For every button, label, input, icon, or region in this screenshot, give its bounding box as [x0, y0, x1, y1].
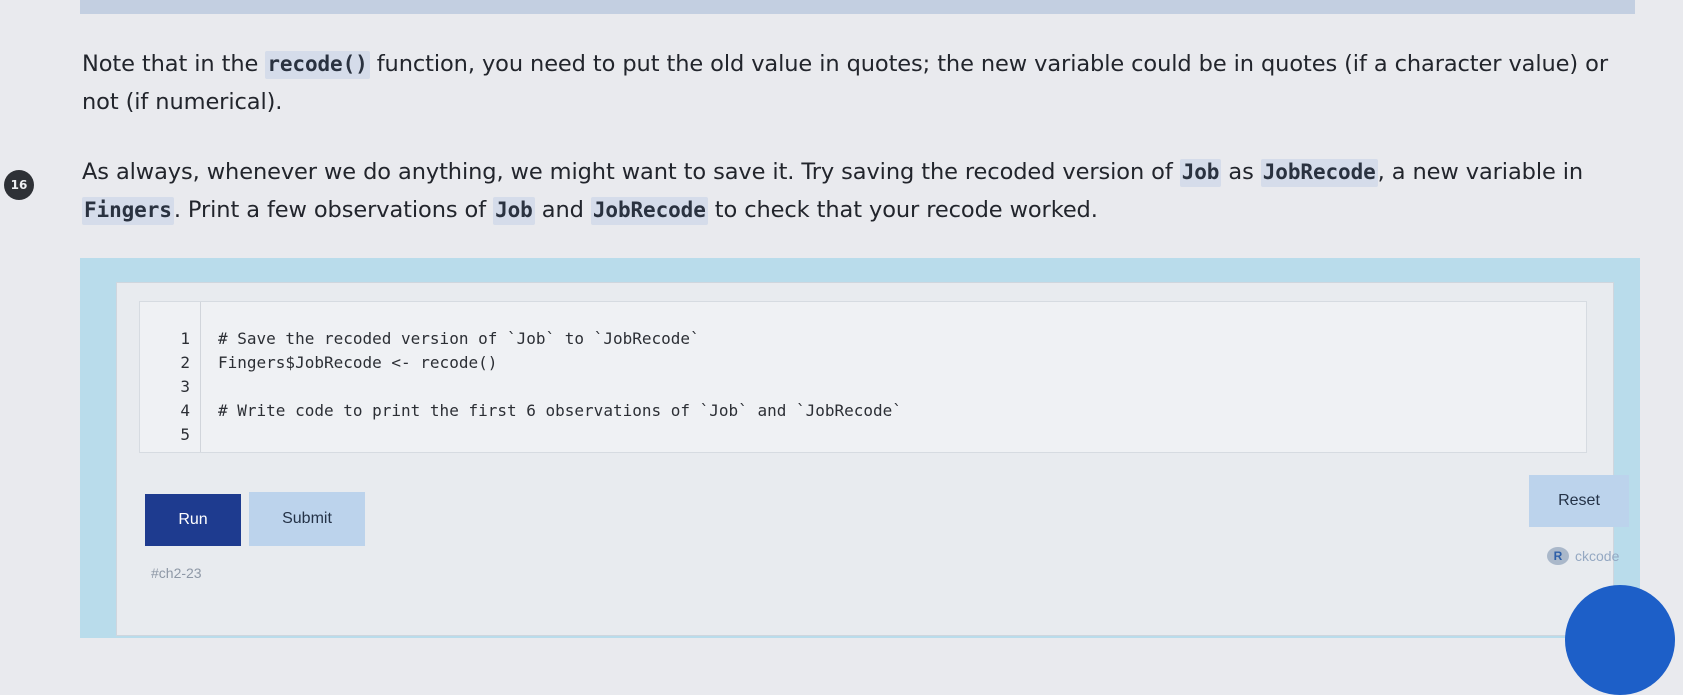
- powered-by-text: ckcode: [1575, 548, 1620, 564]
- code-line[interactable]: # Save the recoded version of `Job` to `…: [218, 326, 700, 352]
- line-number: 2: [180, 353, 190, 372]
- line-number: 4: [180, 401, 190, 420]
- step-number-badge: 16: [4, 170, 34, 200]
- p2-text-3: , a new variable in: [1377, 159, 1584, 185]
- instruction-paragraph-recode: Note that in the recode() function, you …: [82, 45, 1642, 121]
- powered-by[interactable]: R ckcode: [1547, 545, 1619, 567]
- p2-text-6: to check that your recode worked.: [707, 197, 1098, 223]
- exercise-id-label: #ch2-23: [151, 565, 202, 581]
- inline-code-job-2: Job: [493, 197, 535, 225]
- exercise-panel: 1 # Save the recoded version of `Job` to…: [116, 282, 1629, 636]
- p1-text-1: Note that in the: [82, 51, 266, 77]
- p2-text-1: As always, whenever we do anything, we m…: [82, 159, 1180, 185]
- code-line[interactable]: # Write code to print the first 6 observ…: [218, 398, 902, 424]
- instruction-paragraph-save: As always, whenever we do anything, we m…: [82, 153, 1642, 229]
- exercise-container: 1 # Save the recoded version of `Job` to…: [80, 258, 1640, 638]
- p2-text-2: as: [1221, 159, 1261, 185]
- inline-code-recode: recode(): [265, 51, 370, 79]
- top-strip: [80, 0, 1635, 14]
- r-logo-icon: R: [1547, 547, 1569, 565]
- help-bubble[interactable]: [1565, 585, 1675, 695]
- line-number: 5: [180, 425, 190, 444]
- reset-button[interactable]: Reset: [1529, 475, 1629, 527]
- p2-text-4: . Print a few observations of: [173, 197, 494, 223]
- line-number: 3: [180, 377, 190, 396]
- code-editor[interactable]: 1 # Save the recoded version of `Job` to…: [139, 301, 1587, 453]
- code-line[interactable]: Fingers$JobRecode <- recode(): [218, 350, 497, 376]
- inline-code-jobrecode-2: JobRecode: [590, 197, 708, 225]
- inline-code-jobrecode: JobRecode: [1260, 159, 1378, 187]
- inline-code-job: Job: [1179, 159, 1222, 187]
- p2-text-5: and: [534, 197, 591, 223]
- line-number: 1: [180, 329, 190, 348]
- run-button[interactable]: Run: [145, 494, 241, 546]
- inline-code-fingers: Fingers: [82, 197, 174, 225]
- submit-button[interactable]: Submit: [249, 492, 365, 546]
